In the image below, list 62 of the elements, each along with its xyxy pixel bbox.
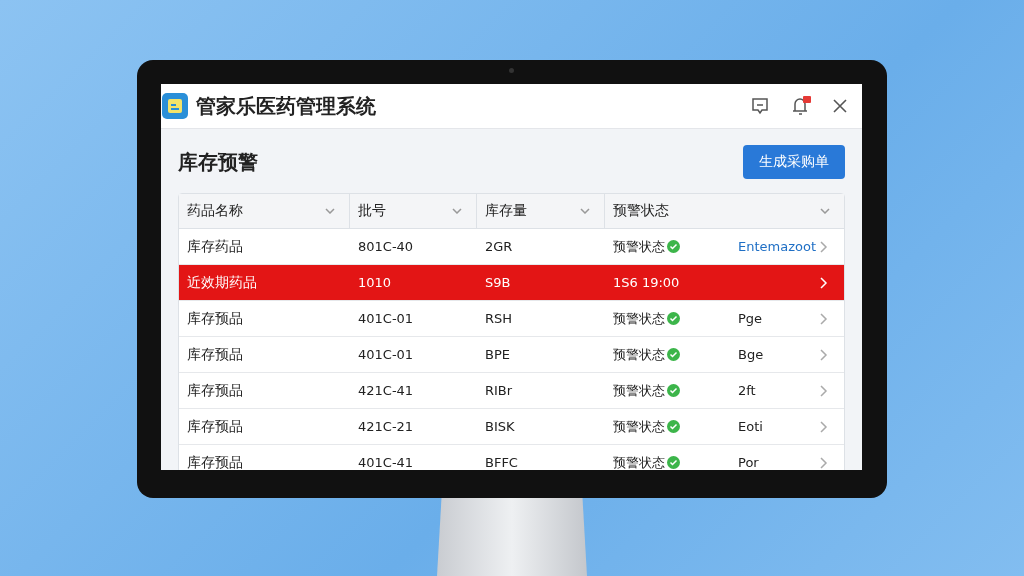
table-cell: Pge: [738, 311, 763, 326]
chevron-right-icon: [820, 276, 828, 289]
table-row[interactable]: 库存预品 421C-41 RIBr 预警状态 2ft: [179, 373, 844, 409]
table-cell: 2ft: [738, 383, 756, 398]
table-cell-text: 库存预品: [186, 309, 244, 328]
table-cell: 预警状态: [613, 381, 665, 400]
table-cell-text: 库存预品: [186, 381, 244, 400]
table-cell: Eoti: [738, 419, 763, 434]
chevron-right-icon: [820, 240, 828, 253]
table-cell-text: S9B: [484, 275, 512, 290]
caret-icon: [325, 208, 335, 214]
table-cell-text: BFFC: [484, 455, 519, 470]
table-cell-text: 库存药品: [186, 237, 244, 256]
column-header[interactable]: 库存量: [477, 194, 605, 228]
table-row[interactable]: 近效期药品 1010 S9B 1S6 19:00: [179, 265, 844, 301]
table-row[interactable]: 库存预品 401C-01 RSH 预警状态 Pge: [179, 301, 844, 337]
table-cell: 预警状态: [613, 345, 665, 364]
table-cell: Por: [738, 455, 759, 470]
caret-icon: [580, 208, 590, 214]
table-cell-text: RSH: [484, 311, 514, 326]
generate-order-button[interactable]: 生成采购单: [743, 145, 845, 179]
table-row[interactable]: 库存预品 401C-41 BFFC 预警状态 Por: [179, 445, 844, 470]
table-cell-text: 库存预品: [186, 345, 244, 364]
table-cell-text: 库存预品: [186, 417, 244, 436]
table-cell-text: 421C-21: [357, 419, 415, 434]
chevron-right-icon: [820, 420, 828, 433]
table-cell: 1S6 19:00: [613, 275, 680, 290]
chevron-right-icon: [820, 456, 828, 469]
window-title: 管家乐医药管理系统: [196, 92, 376, 120]
column-header[interactable]: 批号: [350, 194, 477, 228]
table-row[interactable]: 库存预品 401C-01 BPE 预警状态 Bge: [179, 337, 844, 373]
chevron-right-icon: [820, 384, 828, 397]
table-cell-text: BISK: [484, 419, 516, 434]
table-cell-text: 401C-01: [357, 311, 415, 326]
caret-icon: [452, 208, 462, 214]
table-cell: Bge: [738, 347, 764, 362]
table-row[interactable]: 库存预品 421C-21 BISK 预警状态 Eoti: [179, 409, 844, 445]
table-cell-text: 1010: [357, 275, 393, 290]
close-icon[interactable]: [832, 98, 848, 114]
bell-icon[interactable]: [790, 95, 812, 117]
table-cell-text: 近效期药品: [186, 273, 258, 292]
table-cell: 预警状态: [613, 453, 665, 470]
table-link[interactable]: Entemazoot: [738, 239, 816, 254]
message-icon[interactable]: [750, 96, 770, 116]
table-cell-text: 401C-41: [357, 455, 415, 470]
table-cell: 预警状态: [613, 237, 665, 256]
table-cell-text: RIBr: [484, 383, 514, 398]
table-cell: 预警状态: [613, 417, 665, 436]
table-cell: 预警状态: [613, 309, 665, 328]
chevron-right-icon: [820, 348, 828, 361]
page-title: 库存预警: [178, 148, 258, 176]
table-cell-text: 401C-01: [357, 347, 415, 362]
caret-icon: [820, 208, 830, 214]
table-cell-text: 2GR: [484, 239, 514, 254]
table-cell-text: 421C-41: [357, 383, 415, 398]
table-cell-text: 库存预品: [186, 453, 244, 470]
table-cell-text: 801C-40: [357, 239, 415, 254]
column-header[interactable]: 预警状态: [605, 194, 844, 228]
app-logo-icon: [162, 93, 188, 119]
chevron-right-icon: [820, 312, 828, 325]
column-header[interactable]: 药品名称: [179, 194, 350, 228]
table-cell-text: BPE: [484, 347, 511, 362]
